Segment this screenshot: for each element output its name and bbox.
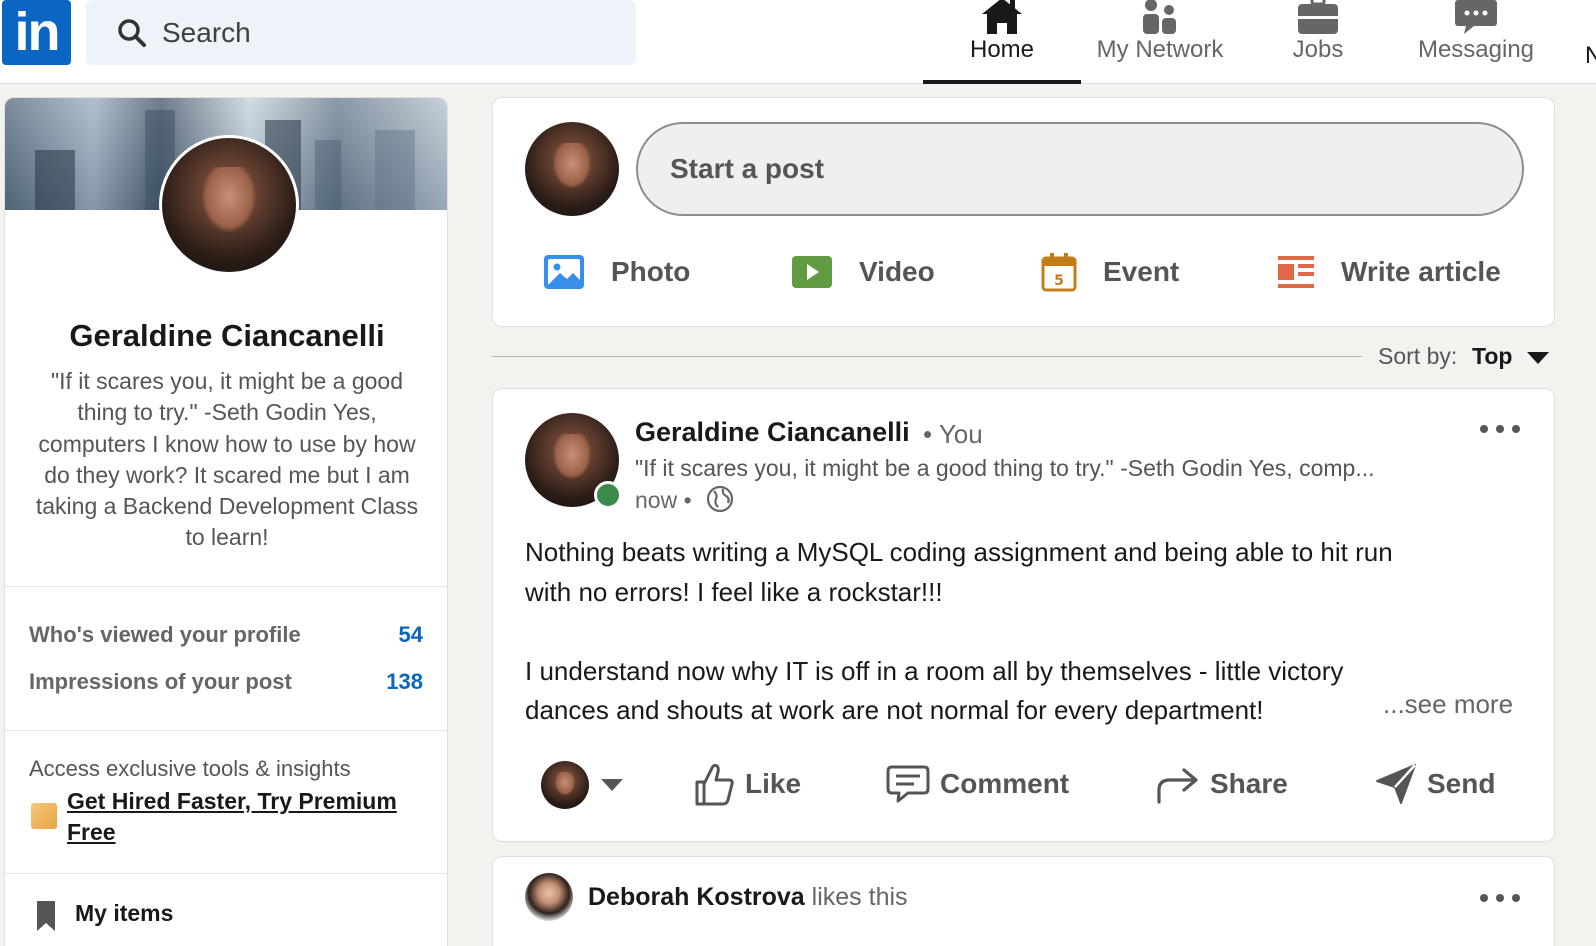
profile-headline: "If it scares you, it might be a good th…	[35, 368, 419, 551]
search-icon	[118, 18, 146, 47]
my-items-link[interactable]: My items	[75, 900, 173, 927]
start-post-button[interactable]: Start a post	[636, 122, 1524, 216]
like-button[interactable]: Like	[693, 759, 801, 809]
see-more-link[interactable]: ...see more	[1383, 689, 1513, 720]
my-avatar[interactable]	[525, 122, 619, 216]
briefcase-icon	[1298, 0, 1338, 34]
calendar-badge: 5	[1054, 273, 1064, 289]
stat-value: 138	[386, 669, 423, 694]
calendar-icon: 5	[1041, 253, 1077, 292]
thumbs-up-icon	[695, 763, 734, 806]
caret-down-icon	[601, 779, 623, 791]
post-author-relation: • You	[923, 419, 983, 449]
post-timestamp: now •	[635, 487, 692, 513]
nav-notifications-partial[interactable]: N	[1585, 42, 1596, 70]
nav-my-network[interactable]: My Network	[1081, 0, 1239, 84]
event-button[interactable]: 5 Event	[1041, 248, 1179, 296]
post-text-line: dances and shouts at work are not normal…	[525, 695, 1264, 725]
paper-plane-icon	[1376, 764, 1416, 804]
nav-jobs-label: Jobs	[1292, 36, 1344, 63]
stat-profile-views[interactable]: Who's viewed your profile 54	[29, 622, 423, 648]
stat-label: Who's viewed your profile	[29, 622, 301, 647]
nav-my-network-label: My Network	[1096, 36, 1224, 63]
profile-name[interactable]: Geraldine Ciancanelli	[5, 318, 447, 354]
send-button[interactable]: Send	[1375, 759, 1495, 809]
post-text-line: with no errors! I feel like a rockstar!!…	[525, 576, 943, 607]
stat-label: Impressions of your post	[29, 669, 292, 694]
home-icon	[982, 0, 1022, 34]
search-box[interactable]	[86, 0, 636, 65]
video-label: Video	[859, 256, 935, 287]
divider	[5, 873, 447, 874]
sort-dropdown[interactable]: Top	[1472, 343, 1512, 370]
post-text-line: Nothing beats writing a MySQL coding ass…	[525, 537, 1393, 567]
chat-bubble-icon	[1455, 0, 1497, 34]
sort-label: Sort by:	[1378, 343, 1458, 369]
video-icon	[792, 256, 832, 288]
nav-messaging[interactable]: Messaging	[1397, 0, 1555, 84]
more-options-icon[interactable]	[1478, 890, 1522, 906]
liked-by-text: likes this	[811, 883, 908, 911]
linkedin-logo[interactable]: in	[2, 0, 71, 65]
bookmark-icon	[37, 901, 55, 931]
share-label: Share	[1210, 768, 1288, 799]
divider	[5, 586, 447, 587]
react-as-selector[interactable]	[541, 755, 623, 815]
nav-home-label: Home	[969, 36, 1035, 63]
premium-link[interactable]: Get Hired Faster, Try Premium Free	[67, 786, 437, 848]
network-icon	[1143, 0, 1176, 34]
nav-home[interactable]: Home	[923, 0, 1081, 84]
premium-icon	[31, 803, 57, 829]
feed-post-next: Deborah Kostrova likes this	[492, 856, 1555, 946]
video-button[interactable]: Video	[791, 248, 935, 296]
more-options-icon[interactable]	[1478, 421, 1522, 437]
top-navigation-bar: in Home My Network Jobs	[0, 0, 1596, 84]
reactor-avatar	[541, 761, 589, 809]
search-input[interactable]	[162, 16, 602, 49]
photo-label: Photo	[611, 256, 691, 287]
share-arrow-icon	[1157, 768, 1198, 804]
write-article-button[interactable]: Write article	[1277, 248, 1501, 296]
premium-note: Access exclusive tools & insights	[29, 756, 351, 781]
send-label: Send	[1427, 768, 1496, 799]
globe-icon	[706, 485, 734, 513]
post-text-line: I understand now why IT is off in a room…	[525, 655, 1344, 686]
caret-down-icon[interactable]	[1527, 352, 1549, 364]
article-icon	[1278, 256, 1314, 288]
profile-card: Geraldine Ciancanelli "If it scares you,…	[4, 97, 448, 946]
share-box: Start a post Photo Video 5 Event Write a…	[492, 97, 1555, 327]
write-article-label: Write article	[1341, 256, 1501, 287]
profile-avatar[interactable]	[159, 135, 299, 275]
nav-messaging-label: Messaging	[1417, 36, 1535, 63]
post-body: Nothing beats writing a MySQL coding ass…	[525, 533, 1525, 731]
feed-post: Geraldine Ciancanelli • You "If it scare…	[492, 388, 1555, 842]
liker-name[interactable]: Deborah Kostrova	[588, 883, 805, 911]
post-author-headline: "If it scares you, it might be a good th…	[635, 455, 1375, 481]
divider	[5, 730, 447, 731]
event-label: Event	[1103, 256, 1180, 287]
comment-icon	[886, 765, 930, 803]
photo-button[interactable]: Photo	[543, 248, 690, 296]
nav-jobs[interactable]: Jobs	[1239, 0, 1397, 84]
sort-divider	[492, 356, 1362, 357]
stat-value: 54	[398, 622, 423, 647]
like-label: Like	[745, 768, 802, 799]
post-author-name[interactable]: Geraldine Ciancanelli	[635, 417, 910, 448]
photo-icon	[544, 255, 584, 289]
comment-button[interactable]: Comment	[886, 759, 1069, 809]
online-status-indicator	[594, 481, 622, 509]
stat-post-impressions[interactable]: Impressions of your post 138	[29, 669, 423, 695]
liked-by-line: Deborah Kostrova likes this	[588, 883, 908, 912]
liker-avatar[interactable]	[525, 873, 573, 921]
comment-label: Comment	[940, 768, 1070, 799]
share-button[interactable]: Share	[1156, 759, 1288, 809]
